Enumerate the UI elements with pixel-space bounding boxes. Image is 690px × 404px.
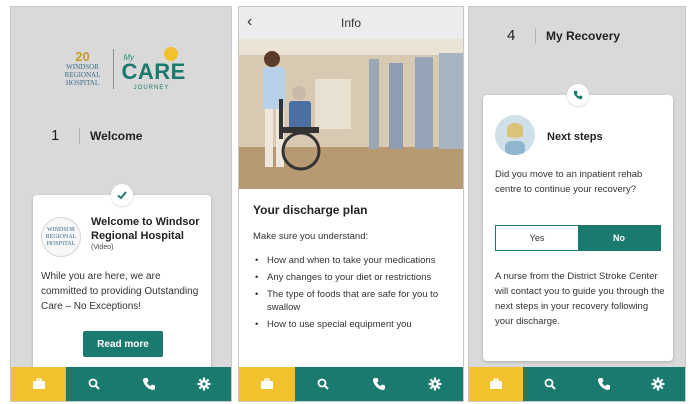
yes-no-toggle: Yes No xyxy=(495,225,661,251)
phone-info-screen: ‹ Info Your discharge plan Make sure you… xyxy=(238,6,464,402)
intro-text: Make sure you understand: xyxy=(253,231,369,242)
card-body: While you are here, we are committed to … xyxy=(41,271,199,312)
step-divider xyxy=(79,127,80,144)
list-item: How to use special equipment you xyxy=(253,318,453,331)
phone-recovery-screen: 4 My Recovery Next steps Did you move to… xyxy=(468,6,686,402)
phone-icon xyxy=(373,378,385,390)
phone-badge-icon xyxy=(567,84,589,106)
search-icon xyxy=(544,378,556,390)
question-text: Did you move to an inpatient rehab centr… xyxy=(495,169,643,195)
hospital-avatar: WINDSOR REGIONAL HOSPITAL xyxy=(41,217,81,257)
phone-icon xyxy=(142,378,155,390)
no-button[interactable]: No xyxy=(578,226,660,250)
top-bar: ‹ Info xyxy=(239,7,463,39)
nav-settings[interactable] xyxy=(407,367,463,401)
section-heading: Your discharge plan xyxy=(253,203,368,217)
logo-divider xyxy=(112,49,114,89)
nav-phone[interactable] xyxy=(351,367,407,401)
nav-settings[interactable] xyxy=(176,367,231,401)
briefcase-icon xyxy=(32,378,45,389)
gear-icon xyxy=(428,377,442,391)
avatar-logo-text: WINDSOR REGIONAL HOSPITAL xyxy=(45,226,77,247)
card-title: Welcome to Windsor Regional Hospital xyxy=(91,216,200,242)
next-steps-card: Next steps Did you move to an inpatient … xyxy=(483,84,673,361)
card-title: Next steps xyxy=(547,131,603,143)
nav-search[interactable] xyxy=(523,367,577,401)
nav-briefcase[interactable] xyxy=(239,367,295,401)
gear-icon xyxy=(197,377,210,391)
phone-icon xyxy=(598,378,610,390)
logo-care-text: CARE xyxy=(121,59,186,84)
list-item: The type of foods that are safe for you … xyxy=(253,288,453,314)
step-number: 1 xyxy=(51,127,60,144)
discharge-list: How and when to take your medications An… xyxy=(253,254,453,331)
search-icon xyxy=(317,378,329,390)
list-item: Any changes to your diet or restrictions xyxy=(253,271,453,284)
check-icon xyxy=(111,184,133,206)
search-icon xyxy=(88,378,100,390)
step-divider xyxy=(535,27,536,44)
nav-phone[interactable] xyxy=(577,367,631,401)
info-text: A nurse from the District Stroke Center … xyxy=(495,271,665,327)
yes-button[interactable]: Yes xyxy=(496,226,578,250)
bottom-nav xyxy=(469,367,685,401)
read-more-button[interactable]: Read more xyxy=(83,331,163,357)
phone-welcome-screen: 20 WINDSOR REGIONAL HOSPITAL My CARE JOU… xyxy=(10,6,232,402)
hospital-hallway-photo xyxy=(239,39,463,189)
step-header: 4 My Recovery xyxy=(507,27,620,44)
sun-icon xyxy=(163,47,178,61)
nav-briefcase[interactable] xyxy=(11,367,66,401)
list-item: How and when to take your medications xyxy=(253,254,453,267)
card-subtitle: (Video) xyxy=(91,244,114,251)
logo-group: 20 WINDSOR REGIONAL HOSPITAL My CARE JOU… xyxy=(11,47,231,91)
nav-settings[interactable] xyxy=(631,367,685,401)
back-chevron-icon[interactable]: ‹ xyxy=(247,13,252,31)
gear-icon xyxy=(651,377,665,391)
logo-journey-text: JOURNEY xyxy=(133,85,170,91)
logo-my-text: My xyxy=(123,53,135,62)
page-title: Info xyxy=(340,16,361,30)
step-title: My Recovery xyxy=(546,28,621,43)
welcome-card: WINDSOR REGIONAL HOSPITAL Welcome to Win… xyxy=(33,184,211,371)
step-number: 4 xyxy=(507,27,516,44)
briefcase-icon xyxy=(490,378,502,389)
logo-number: 20 xyxy=(75,49,90,64)
windsor-hospital-logo: 20 WINDSOR REGIONAL HOSPITAL xyxy=(61,49,105,87)
nav-search[interactable] xyxy=(66,367,121,401)
bottom-nav xyxy=(239,367,463,401)
bottom-nav xyxy=(11,367,231,401)
step-header: 1 Welcome xyxy=(51,127,142,144)
nav-phone[interactable] xyxy=(121,367,176,401)
logo-hospital-name: WINDSOR REGIONAL HOSPITAL xyxy=(64,63,101,87)
my-care-journey-logo: My CARE JOURNEY xyxy=(121,47,186,91)
screenshot-collage: 20 WINDSOR REGIONAL HOSPITAL My CARE JOU… xyxy=(0,0,690,404)
briefcase-icon xyxy=(261,378,273,389)
step-title: Welcome xyxy=(90,128,143,143)
nurse-avatar xyxy=(495,115,535,155)
discharge-content: Your discharge plan Make sure you unders… xyxy=(253,203,453,335)
nav-search[interactable] xyxy=(295,367,351,401)
nav-briefcase[interactable] xyxy=(469,367,523,401)
